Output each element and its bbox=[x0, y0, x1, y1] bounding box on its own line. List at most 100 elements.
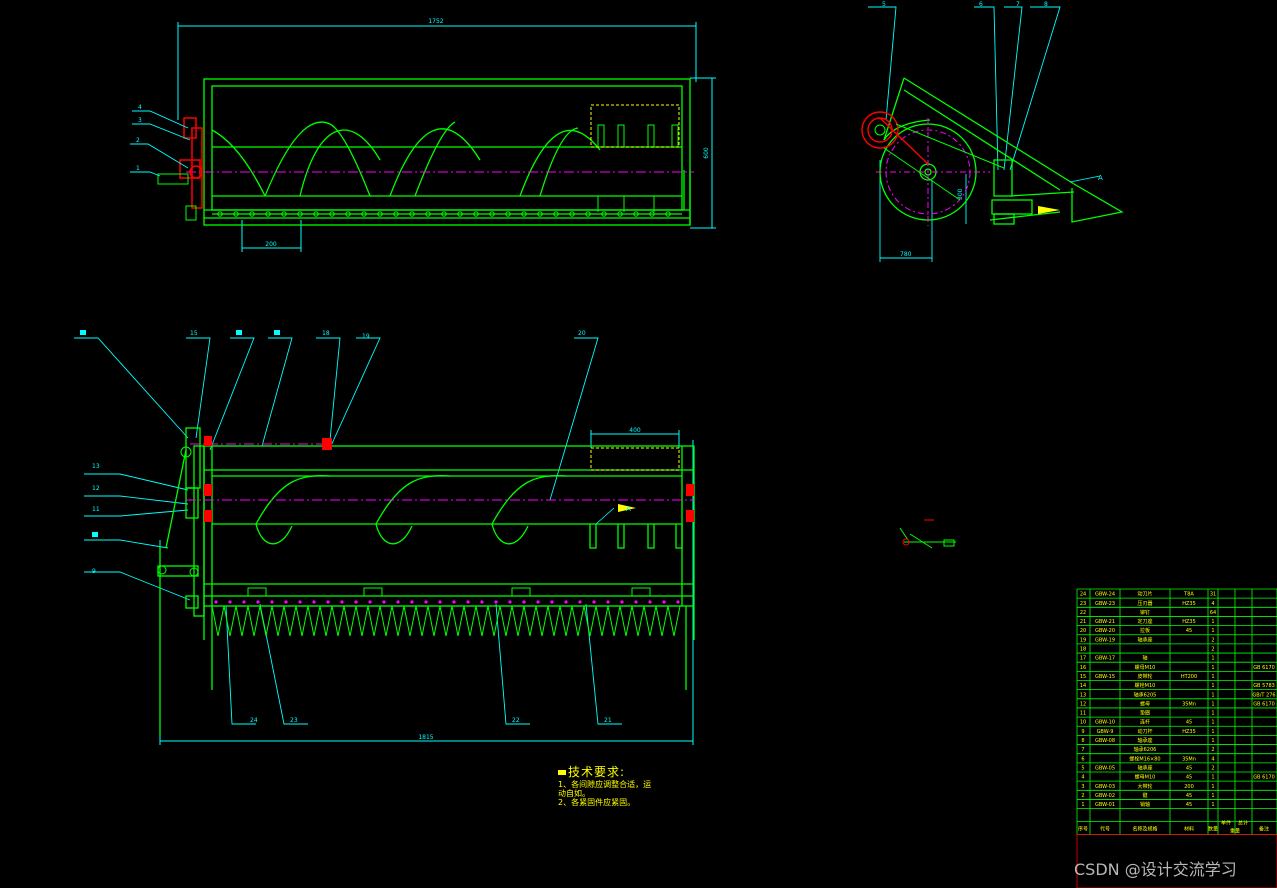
technical-requirements: 技术要求: 1、各间隙应调整合适，运 动自如。 2、各紧固件应紧固。 bbox=[558, 765, 652, 807]
bom-header-material: 材料 bbox=[1184, 826, 1194, 833]
bom-row-qty: 4 bbox=[1211, 756, 1214, 762]
bom-row-qty: 2 bbox=[1211, 637, 1214, 643]
bom-row-no: 12 bbox=[1080, 701, 1086, 707]
bom-row-name: 螺栓M16×80 bbox=[1129, 755, 1160, 762]
bom-row-qty: 1 bbox=[1211, 692, 1214, 698]
bom-row-name: 螺母 bbox=[1140, 700, 1150, 707]
bom-row-name: 皮带轮 bbox=[1137, 673, 1152, 680]
bom-row-no: 3 bbox=[1081, 784, 1084, 790]
bom-row-note: GB 6170 bbox=[1253, 775, 1275, 781]
bom-row-qty: 1 bbox=[1211, 711, 1214, 717]
section-ref-side: A bbox=[1098, 174, 1103, 182]
balloon-bottom-11: 11 bbox=[92, 506, 100, 513]
bom-row-note: GB 5783 bbox=[1253, 683, 1275, 689]
bom-row-material: 45 bbox=[1186, 793, 1192, 799]
balloon-bottom-23: 23 bbox=[290, 717, 298, 724]
bom-row-no: 15 bbox=[1080, 674, 1086, 680]
bom-row-name: 销轴 bbox=[1140, 801, 1150, 808]
watermark: CSDN @设计交流学习 bbox=[1074, 860, 1237, 879]
bom-row-qty: 1 bbox=[1211, 701, 1214, 707]
bom-row-qty: 1 bbox=[1211, 619, 1214, 625]
bom-row-code: GBW-20 bbox=[1095, 628, 1115, 634]
bom-header-weight: 重量 bbox=[1230, 828, 1240, 835]
balloon-top-4: 4 bbox=[138, 104, 142, 111]
balloon-top-3: 3 bbox=[138, 117, 142, 124]
balloon-side-7: 7 bbox=[1016, 1, 1020, 8]
bom-row-material: 45 bbox=[1186, 775, 1192, 781]
bom-row-qty: 1 bbox=[1211, 720, 1214, 726]
side-view: 5 6 7 8 300 780 A bbox=[861, 1, 1124, 262]
bom-row-material: HZ35 bbox=[1182, 601, 1196, 607]
top-width-dim: 1752 bbox=[428, 18, 443, 25]
bom-row-name: 动刀杆 bbox=[1137, 728, 1152, 735]
bom-row-code: GBW-24 bbox=[1095, 592, 1115, 598]
bom-row-no: 18 bbox=[1080, 647, 1086, 653]
tech-line-1: 1、各间隙应调整合适，运 bbox=[558, 779, 652, 789]
balloon-bottom-12: 12 bbox=[92, 485, 100, 492]
bom-row-no: 10 bbox=[1080, 720, 1086, 726]
bom-row-no: 24 bbox=[1080, 592, 1086, 598]
bom-row-name: 轴承座 bbox=[1137, 764, 1152, 771]
bom-row-name: 定刀座 bbox=[1137, 618, 1152, 625]
bom-header-name: 名称及规格 bbox=[1132, 826, 1157, 833]
bom-row-name: 大带轮 bbox=[1137, 783, 1152, 790]
bom-row-code: GBW-17 bbox=[1095, 656, 1115, 662]
bom-row-code: GBW-15 bbox=[1095, 674, 1115, 680]
bom-row-no: 17 bbox=[1080, 656, 1086, 662]
bom-row-code: GBW-23 bbox=[1095, 601, 1115, 607]
balloon-side-6: 6 bbox=[979, 1, 983, 8]
bom-row-qty: 1 bbox=[1211, 674, 1214, 680]
side-w-dim: 780 bbox=[900, 251, 912, 258]
bom-row-no: 23 bbox=[1080, 601, 1086, 607]
bom-row-no: 8 bbox=[1081, 738, 1084, 744]
bom-row-material: HZ35 bbox=[1182, 619, 1196, 625]
bom-row-material: 35Mn bbox=[1182, 701, 1196, 707]
bom-row-name: 铆钉 bbox=[1140, 609, 1150, 616]
detail-small bbox=[899, 519, 956, 549]
bom-row-name: 垫圈 bbox=[1140, 710, 1150, 717]
balloon-bottom-9: 9 bbox=[92, 568, 96, 575]
bom-row-note: GB 6170 bbox=[1253, 701, 1275, 707]
bom-row-qty: 2 bbox=[1211, 747, 1214, 753]
bom-row-no: 11 bbox=[1080, 711, 1086, 717]
balloon-bottom-20: 20 bbox=[578, 330, 586, 337]
bom-row-name: 键 bbox=[1142, 792, 1147, 799]
balloon-bottom-18: 18 bbox=[322, 330, 330, 337]
bom-row-name: 轴 bbox=[1142, 655, 1147, 662]
marker-a bbox=[80, 330, 86, 335]
bom-row-no: 4 bbox=[1081, 775, 1084, 781]
bom-row-no: 6 bbox=[1081, 756, 1084, 762]
section-ref-bottom: A bbox=[626, 505, 631, 513]
bom-row-name: 轴承6205 bbox=[1134, 691, 1157, 698]
balloon-side-8: 8 bbox=[1044, 1, 1048, 8]
bom-row-no: 22 bbox=[1080, 610, 1086, 616]
bom-row-qty: 1 bbox=[1211, 802, 1214, 808]
tech-title: 技术要求: bbox=[568, 765, 626, 779]
bom-row-no: 20 bbox=[1080, 628, 1086, 634]
bom-row-qty: 1 bbox=[1211, 628, 1214, 634]
bom-row-name: 连杆 bbox=[1140, 719, 1150, 726]
bom-row-name: 轴承座 bbox=[1137, 737, 1152, 744]
bom-row-qty: 2 bbox=[1211, 647, 1214, 653]
bom-row-no: 1 bbox=[1081, 802, 1084, 808]
bom-row-name: 螺母M10 bbox=[1135, 774, 1156, 781]
bom-row-name: 轴承6206 bbox=[1134, 746, 1157, 753]
bom-row-name: 动刀片 bbox=[1137, 591, 1152, 598]
bom-row-code: GBW-02 bbox=[1095, 793, 1115, 799]
bom-row-qty: 1 bbox=[1211, 784, 1214, 790]
marker-c bbox=[274, 330, 280, 335]
balloon-top-2: 2 bbox=[136, 137, 140, 144]
bom-row-no: 5 bbox=[1081, 765, 1084, 771]
balloon-bottom-21: 21 bbox=[604, 717, 612, 724]
bom-row-material: HT200 bbox=[1181, 674, 1197, 680]
cad-drawing-canvas: 1752 600 200 4 3 2 1 5 6 7 8 300 780 A 1… bbox=[74, 1, 1277, 888]
balloon-bottom-24: 24 bbox=[250, 717, 258, 724]
bom-row-code: GBW-03 bbox=[1095, 784, 1115, 790]
bom-row-qty: 31 bbox=[1210, 592, 1216, 598]
balloon-top-1: 1 bbox=[136, 165, 140, 172]
top-pitch-dim: 200 bbox=[265, 241, 277, 248]
bom-row-material: HZ35 bbox=[1182, 729, 1196, 735]
bom-row-material: 200 bbox=[1184, 784, 1194, 790]
bom-row-note: GB/T 276 bbox=[1252, 692, 1275, 698]
bom-row-no: 14 bbox=[1080, 683, 1086, 689]
